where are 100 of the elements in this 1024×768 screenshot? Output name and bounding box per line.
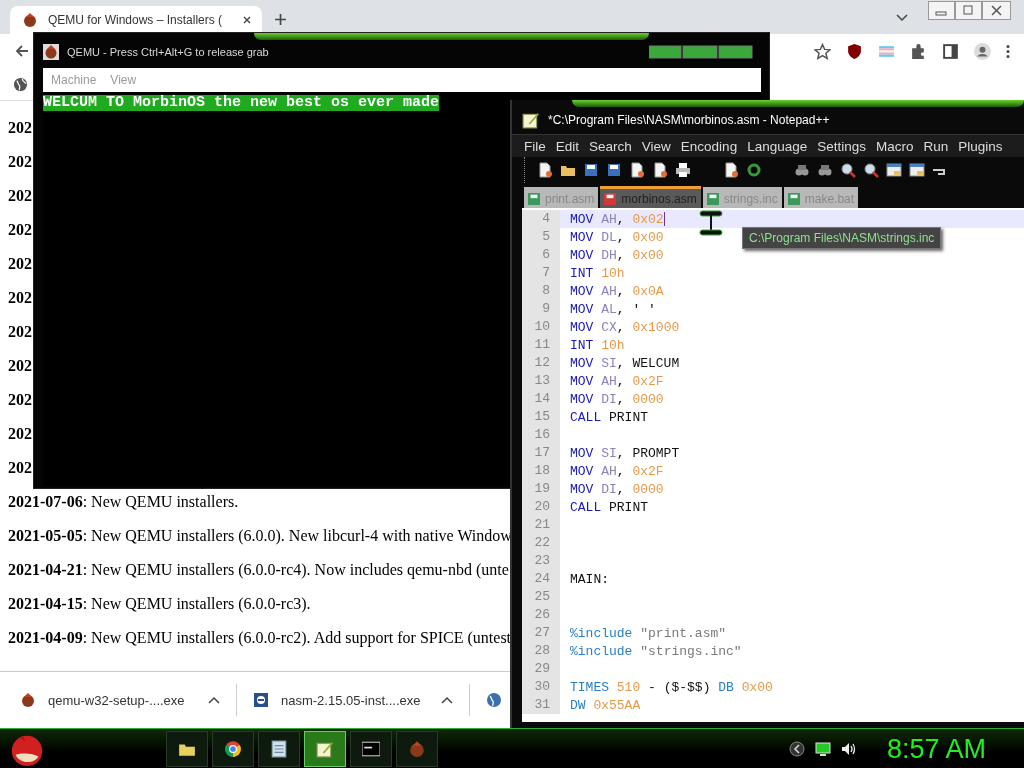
line-number: 5: [522, 228, 560, 246]
star-icon[interactable]: [814, 42, 831, 60]
menu-item[interactable]: Edit: [555, 138, 580, 154]
binoculars-icon[interactable]: [794, 162, 810, 178]
code-line: %include "print.asm": [569, 625, 727, 641]
close-icon[interactable]: [242, 15, 252, 25]
line-number: 18: [522, 462, 560, 480]
menu-item[interactable]: Plugins: [958, 138, 1003, 154]
line-number: 11: [522, 336, 560, 354]
chevron-down-icon[interactable]: [896, 14, 908, 22]
shield-icon[interactable]: [846, 42, 863, 60]
magnifier-icon[interactable]: [840, 162, 856, 178]
menu-item[interactable]: Settings: [817, 138, 866, 154]
code-line: MOV DH, 0x00: [569, 247, 664, 263]
notepad-icon: [522, 111, 540, 129]
taskbar-button[interactable]: [258, 731, 300, 767]
line-number: 22: [522, 534, 560, 552]
line-number: 26: [522, 606, 560, 624]
menu-item[interactable]: Encoding: [680, 138, 738, 154]
menu-item[interactable]: View: [641, 138, 671, 154]
refresh-icon[interactable]: [746, 162, 762, 178]
puzzle-icon[interactable]: [910, 42, 927, 60]
news-entry: 202: [8, 459, 32, 477]
printer-icon[interactable]: [675, 162, 691, 178]
code-line: MAIN:: [569, 571, 609, 587]
news-entry: 202: [8, 221, 32, 239]
chevron-left-icon[interactable]: [788, 741, 805, 757]
line-number: 17: [522, 444, 560, 462]
back-arrow-icon[interactable]: [14, 43, 30, 59]
news-entry: 2021-04-15: New QEMU installers (6.0.0-rc3).: [8, 595, 311, 613]
taskbar-button[interactable]: [350, 731, 392, 767]
bird-icon: [43, 43, 59, 60]
line-number: 29: [522, 660, 560, 678]
line-number: 13: [522, 372, 560, 390]
menu-item[interactable]: Language: [747, 138, 808, 154]
news-entry: 202: [8, 357, 32, 375]
line-number: 4: [522, 210, 560, 228]
news-entry: 202: [8, 255, 32, 273]
document-icon[interactable]: [629, 162, 645, 178]
window-title: QEMU - Press Ctrl+Alt+G to release grab: [67, 45, 269, 58]
window-title: *C:\Program Files\NASM\morbinos.asm - Notepad++: [548, 113, 830, 127]
menu-item[interactable]: Search: [589, 138, 632, 154]
download-item[interactable]: nasm-2.15.05-inst....exe: [253, 684, 470, 716]
globe-icon[interactable]: [486, 692, 502, 708]
binoculars-icon[interactable]: [817, 162, 833, 178]
document-icon[interactable]: [652, 162, 668, 178]
line-number: 9: [522, 300, 560, 318]
caret-up-icon[interactable]: [208, 696, 220, 704]
new-tab-icon[interactable]: [274, 13, 287, 26]
line-number: 21: [522, 516, 560, 534]
code-line: DW 0x55AA: [569, 697, 641, 713]
code-line: MOV SI, WELCUM: [569, 355, 680, 371]
line-number: 28: [522, 642, 560, 660]
line-number: 12: [522, 354, 560, 372]
avatar-icon[interactable]: [974, 42, 991, 60]
text-cursor-icon: [699, 210, 723, 236]
code-line: CALL PRINT: [569, 499, 649, 515]
code-line: INT 10h: [569, 337, 625, 353]
browser-tab[interactable]: QEMU for Windows – Installers (: [10, 6, 262, 34]
window-controls[interactable]: [649, 44, 753, 59]
news-entry: 202: [8, 119, 32, 137]
bird-icon: [22, 12, 38, 28]
taskbar-button[interactable]: [166, 731, 208, 767]
magnifier-icon[interactable]: [863, 162, 879, 178]
code-line: MOV AH, 0x0A: [569, 283, 664, 299]
code-line: MOV AH, 0x2F: [569, 373, 664, 389]
line-number: 7: [522, 264, 560, 282]
globe-icon[interactable]: [13, 76, 28, 92]
line-number: 19: [522, 480, 560, 498]
menu-item[interactable]: File: [524, 138, 546, 154]
sidebar-icon[interactable]: [942, 42, 959, 60]
line-number: 27: [522, 624, 560, 642]
code-line: MOV CX, 0x1000: [569, 319, 680, 335]
news-entry: 2021-05-05: New QEMU installers (6.0.0). New libcurl-4 with native Window: [8, 527, 512, 545]
caret-up-icon[interactable]: [441, 696, 453, 704]
code-line: MOV DL, 0x00: [569, 229, 664, 245]
line-number: 23: [522, 552, 560, 570]
menu-item[interactable]: Macro: [876, 138, 914, 154]
document-icon[interactable]: [723, 162, 739, 178]
notepad-icon: [270, 740, 288, 758]
code-line: TIMES 510 - ($-$$) DB 0x00: [569, 679, 773, 695]
speaker-icon[interactable]: [840, 741, 857, 757]
code-line: MOV AL, ' ': [569, 301, 656, 317]
monitor-icon[interactable]: [814, 741, 831, 757]
taskbar-button[interactable]: [212, 731, 254, 767]
news-entry: 2021-04-09: New QEMU installers (6.0.0-rc2). Add support for SPICE (untest: [8, 629, 512, 647]
menu-item[interactable]: Run: [923, 138, 949, 154]
line-number: 16: [522, 426, 560, 444]
more-icon[interactable]: [1006, 42, 1010, 60]
line-number: 10: [522, 318, 560, 336]
news-entry: 202: [8, 323, 32, 341]
download-item[interactable]: qemu-w32-setup-....exe: [20, 684, 237, 716]
document-icon[interactable]: [537, 162, 553, 178]
line-number: 14: [522, 390, 560, 408]
code-line: MOV DI, 0000: [569, 391, 664, 407]
bird-icon: [408, 740, 426, 758]
window-icon[interactable]: [909, 162, 925, 178]
code-line: MOV SI, PROMPT: [569, 445, 680, 461]
window-icon[interactable]: [886, 162, 902, 178]
news-entry: 2021-07-06: New QEMU installers.: [8, 493, 239, 511]
